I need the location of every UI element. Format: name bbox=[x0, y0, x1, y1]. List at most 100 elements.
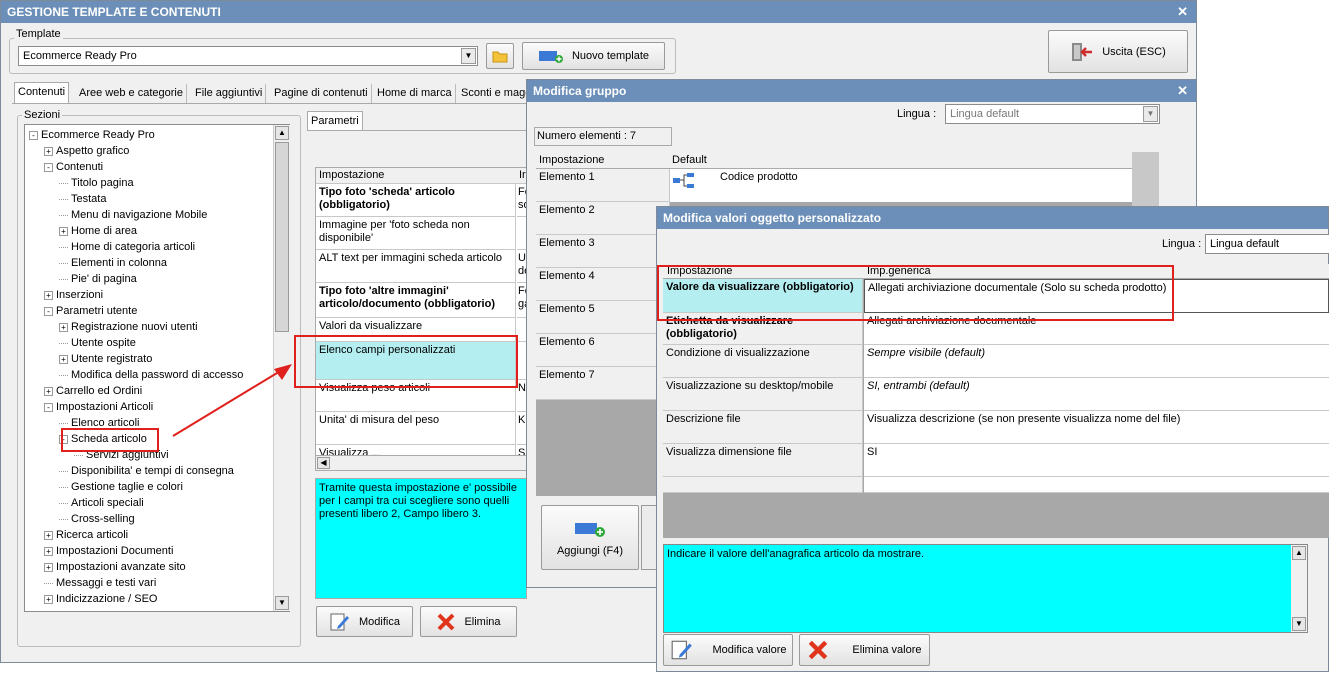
setting-row[interactable]: Unita' di misura del peso bbox=[316, 412, 516, 445]
tree-node[interactable]: + Impostazioni Documenti bbox=[44, 543, 173, 559]
tree-node[interactable]: + Inserzioni bbox=[44, 287, 103, 303]
tree-node[interactable]: Utente ospite bbox=[59, 335, 136, 351]
new-template-label: Nuovo template bbox=[571, 50, 650, 62]
setting-row[interactable]: ALT text per immagini scheda articolo bbox=[316, 250, 516, 283]
custom-setting-value[interactable] bbox=[864, 477, 1329, 493]
custom-setting-row[interactable]: Condizione di visualizzazione bbox=[663, 345, 863, 378]
tree-node[interactable]: Pie' di pagina bbox=[59, 271, 137, 287]
tree-node[interactable]: + Home di area bbox=[59, 223, 137, 239]
tree-node[interactable]: + Ricerca articoli bbox=[44, 527, 128, 543]
expand-icon[interactable]: + bbox=[44, 562, 53, 572]
custom-setting-row[interactable]: Descrizione file bbox=[663, 411, 863, 444]
scroll-up-icon[interactable]: ▲ bbox=[1292, 546, 1306, 560]
tree-node[interactable]: - Impostazioni Articoli bbox=[44, 399, 153, 415]
delete-value-button[interactable]: Elimina valore bbox=[799, 634, 930, 666]
custom-setting-row[interactable]: Visualizza dimensione file bbox=[663, 444, 863, 477]
group-element-row[interactable]: Elemento 6 bbox=[536, 334, 670, 367]
scroll-down-icon[interactable]: ▼ bbox=[1292, 617, 1306, 631]
scroll-thumb[interactable] bbox=[275, 142, 289, 332]
tab-home-marca[interactable]: Home di marca bbox=[374, 84, 456, 103]
custom-setting-row[interactable]: Visualizzazione su desktop/mobile bbox=[663, 378, 863, 411]
delete-button[interactable]: Elimina bbox=[420, 606, 517, 637]
scroll-up-icon[interactable]: ▲ bbox=[275, 126, 289, 140]
tree-node[interactable]: + Indicizzazione / SEO bbox=[44, 591, 158, 607]
chevron-down-icon[interactable]: ▼ bbox=[1143, 106, 1158, 122]
chevron-down-icon[interactable]: ▼ bbox=[461, 48, 476, 64]
tree-node[interactable]: Disponibilita' e tempi di consegna bbox=[59, 463, 234, 479]
exit-button[interactable]: Uscita (ESC) bbox=[1048, 30, 1188, 73]
tree-node-label: Inserzioni bbox=[56, 289, 104, 301]
edit-button[interactable]: Modifica bbox=[316, 606, 413, 637]
expand-icon[interactable]: + bbox=[44, 386, 53, 396]
custom-setting-value[interactable]: Sempre visibile (default) bbox=[864, 345, 1329, 378]
custom-setting-value[interactable]: Visualizza descrizione (se non presente … bbox=[864, 411, 1329, 444]
group-element-row[interactable]: Elemento 2 bbox=[536, 202, 670, 235]
open-folder-button[interactable] bbox=[486, 43, 514, 69]
group-lang-select[interactable]: Lingua default ▼ bbox=[945, 104, 1160, 124]
tab-contenuti[interactable]: Contenuti bbox=[14, 82, 70, 103]
custom-lang-select[interactable]: Lingua default bbox=[1205, 234, 1329, 254]
desc-scrollbar[interactable]: ▲ ▼ bbox=[1291, 545, 1307, 632]
collapse-icon[interactable]: - bbox=[44, 402, 53, 412]
tab-pagine-contenuti[interactable]: Pagine di contenuti bbox=[271, 84, 372, 103]
main-description: Tramite questa impostazione e' possibile… bbox=[315, 478, 527, 599]
tree-node[interactable]: Titolo pagina bbox=[59, 175, 134, 191]
tree-node[interactable]: + Registrazione nuovi utenti bbox=[59, 319, 198, 335]
tree-node[interactable]: - Parametri utente bbox=[44, 303, 137, 319]
group-element-row[interactable]: Elemento 1 bbox=[536, 169, 670, 202]
tree-node[interactable]: Testata bbox=[59, 191, 106, 207]
tree-node[interactable]: Gestione taglie e colori bbox=[59, 479, 183, 495]
add-button[interactable]: Aggiungi (F4) bbox=[541, 505, 639, 570]
setting-row[interactable]: Immagine per 'foto scheda non disponibil… bbox=[316, 217, 516, 250]
collapse-icon[interactable]: - bbox=[44, 162, 53, 172]
tree-node[interactable]: Cross-selling bbox=[59, 511, 135, 527]
group-close-icon[interactable]: ✕ bbox=[1177, 80, 1188, 102]
settings-grid[interactable]: Impostazione Ir Tipo foto 'scheda' artic… bbox=[315, 167, 527, 459]
collapse-icon[interactable]: - bbox=[29, 130, 38, 140]
tree-node[interactable]: + Utente registrato bbox=[59, 351, 152, 367]
setting-row[interactable]: Tipo foto 'altre immagini' articolo/docu… bbox=[316, 283, 516, 318]
tree-node[interactable]: Elementi in colonna bbox=[59, 255, 167, 271]
collapse-icon[interactable]: - bbox=[44, 306, 53, 316]
template-select[interactable]: Ecommerce Ready Pro ▼ bbox=[18, 46, 478, 66]
tree-node[interactable]: + Aspetto grafico bbox=[44, 143, 129, 159]
group-element-row[interactable]: Elemento 3 bbox=[536, 235, 670, 268]
custom-setting-value[interactable]: SI bbox=[864, 444, 1329, 477]
edit-value-button[interactable]: Modifica valore bbox=[663, 634, 793, 666]
group-element-row[interactable]: Elemento 5 bbox=[536, 301, 670, 334]
tab-sconti[interactable]: Sconti e magg bbox=[458, 84, 534, 103]
tab-parametri[interactable]: Parametri bbox=[307, 111, 363, 131]
expand-icon[interactable]: + bbox=[59, 226, 68, 236]
new-template-button[interactable]: Nuovo template bbox=[522, 42, 665, 70]
setting-row[interactable]: Tipo foto 'scheda' articolo (obbligatori… bbox=[316, 184, 516, 217]
tree-node[interactable]: + Impostazioni avanzate sito bbox=[44, 559, 186, 575]
tree-node[interactable]: - Ecommerce Ready Pro bbox=[29, 127, 155, 143]
expand-icon[interactable]: + bbox=[44, 290, 53, 300]
expand-icon[interactable]: + bbox=[44, 146, 53, 156]
tree-node[interactable]: Articoli speciali bbox=[59, 495, 144, 511]
scroll-down-icon[interactable]: ▼ bbox=[275, 596, 289, 610]
custom-setting-row[interactable] bbox=[663, 477, 863, 493]
expand-icon[interactable]: + bbox=[59, 354, 68, 364]
tree-node[interactable]: + Carrello ed Ordini bbox=[44, 383, 142, 399]
group-element-row[interactable]: Elemento 7 bbox=[536, 367, 670, 400]
expand-icon[interactable]: + bbox=[44, 530, 53, 540]
custom-lang-value: Lingua default bbox=[1210, 238, 1280, 250]
grid-hscroll[interactable]: ◀ bbox=[315, 455, 527, 471]
expand-icon[interactable]: + bbox=[44, 594, 53, 604]
tree-node[interactable]: Home di categoria articoli bbox=[59, 239, 195, 255]
group-element-label: Elemento 7 bbox=[539, 369, 595, 381]
expand-icon[interactable]: + bbox=[59, 322, 68, 332]
custom-setting-value[interactable]: SI, entrambi (default) bbox=[864, 378, 1329, 411]
tab-aree-web[interactable]: Aree web e categorie bbox=[76, 84, 187, 103]
main-close-icon[interactable]: ✕ bbox=[1177, 1, 1188, 23]
tree-node-label: Disponibilita' e tempi di consegna bbox=[71, 465, 234, 477]
tab-file-aggiuntivi[interactable]: File aggiuntivi bbox=[192, 84, 267, 103]
scroll-left-icon[interactable]: ◀ bbox=[317, 457, 330, 469]
expand-icon[interactable]: + bbox=[44, 546, 53, 556]
tree-node[interactable]: Menu di navigazione Mobile bbox=[59, 207, 207, 223]
tree-node[interactable]: Messaggi e testi vari bbox=[44, 575, 156, 591]
group-element-row[interactable]: Elemento 4 bbox=[536, 268, 670, 301]
tree-node[interactable]: - Contenuti bbox=[44, 159, 103, 175]
exit-icon bbox=[1072, 42, 1093, 61]
